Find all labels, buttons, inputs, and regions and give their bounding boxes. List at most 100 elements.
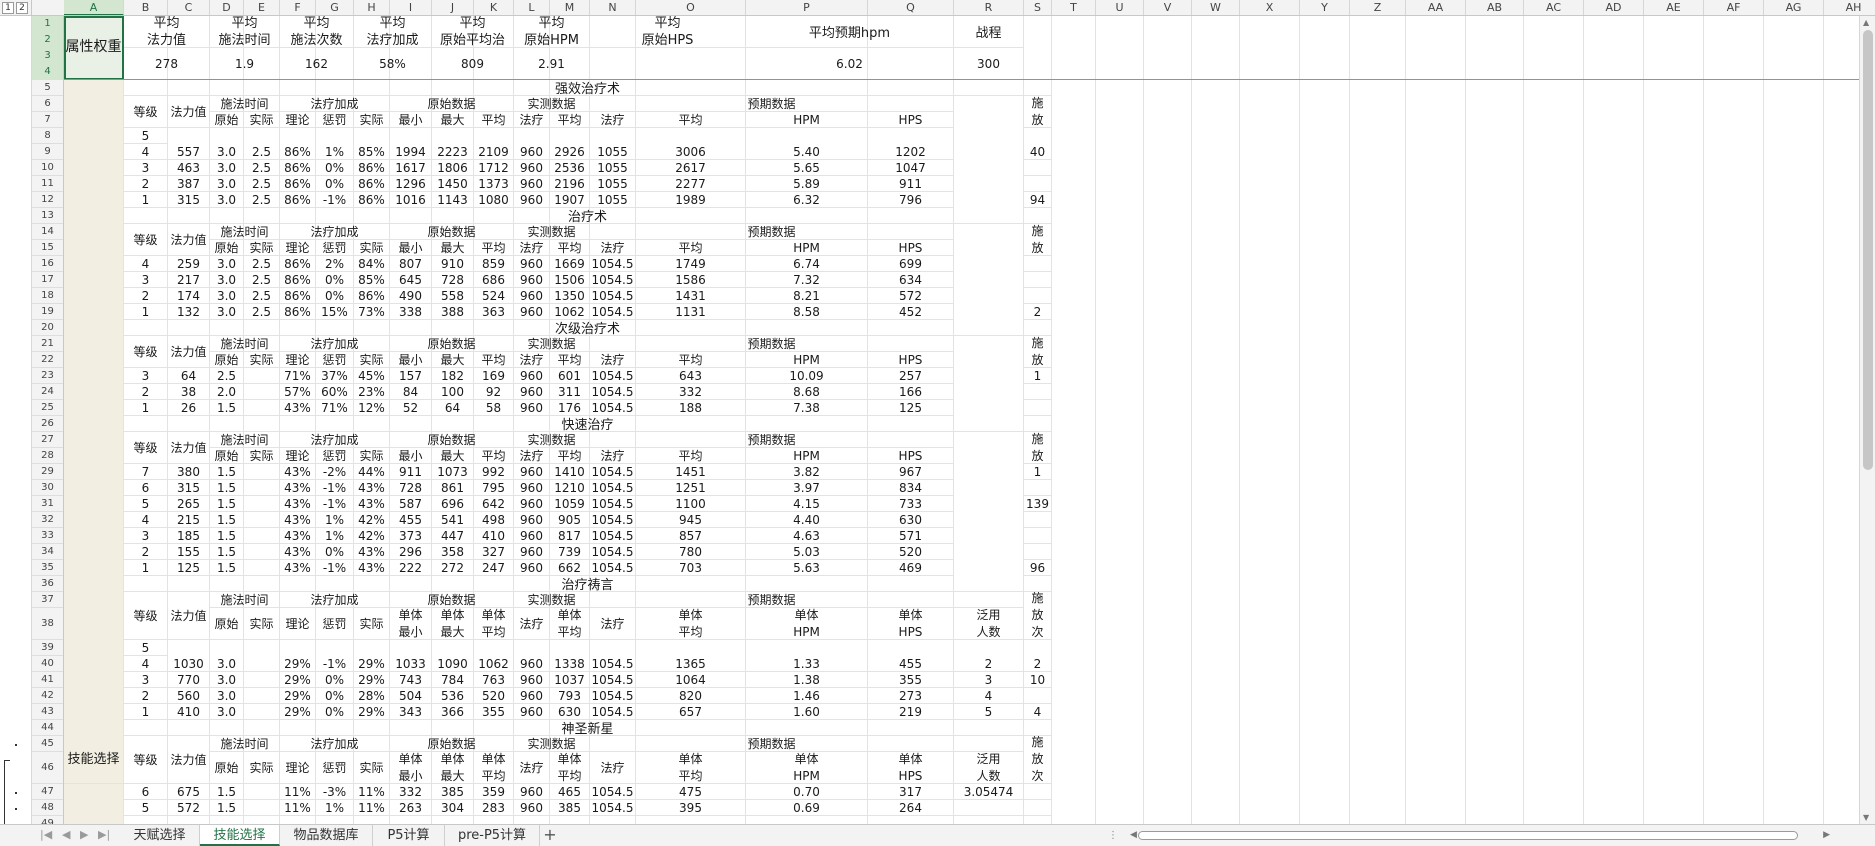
data-cell[interactable]: 770 xyxy=(168,672,210,688)
data-cell[interactable]: 2 xyxy=(124,384,168,400)
data-cell[interactable]: 3 xyxy=(954,672,1024,688)
data-cell[interactable]: 11% xyxy=(280,784,316,800)
data-cell[interactable]: 359 xyxy=(474,784,514,800)
data-cell[interactable]: 1054.5 xyxy=(590,560,636,576)
data-cell[interactable]: 8.68 xyxy=(746,384,868,400)
data-cell[interactable]: 1054.5 xyxy=(590,496,636,512)
avg-value[interactable]: 1.9 xyxy=(210,48,280,80)
row-header[interactable]: 34 xyxy=(32,544,63,560)
data-cell[interactable]: -2% xyxy=(316,464,354,480)
col-subheader[interactable]: HPM xyxy=(746,112,868,128)
col-subheader[interactable]: 法疗 xyxy=(590,608,636,640)
data-cell[interactable]: 317 xyxy=(868,784,954,800)
data-cell[interactable]: 43% xyxy=(280,560,316,576)
data-cell[interactable]: 388 xyxy=(432,304,474,320)
col-subheader[interactable]: 理论 xyxy=(280,352,316,368)
col-header-mana[interactable]: 法力值 xyxy=(168,336,210,368)
data-cell[interactable]: 311 xyxy=(550,384,590,400)
data-cell[interactable]: 2 xyxy=(124,288,168,304)
data-cell[interactable]: 1907 xyxy=(550,192,590,208)
data-cell[interactable]: 960 xyxy=(514,272,550,288)
data-cell[interactable]: 0% xyxy=(316,688,354,704)
avg-header[interactable]: 平均 施法次数 xyxy=(280,16,354,48)
col-subheader[interactable]: 法疗 xyxy=(590,112,636,128)
data-cell[interactable]: 3.0 xyxy=(210,272,244,288)
col-subheader[interactable]: 理论 xyxy=(280,448,316,464)
data-cell[interactable]: 1059 xyxy=(550,496,590,512)
data-cell[interactable]: 44% xyxy=(354,464,390,480)
data-cell[interactable]: 259 xyxy=(168,256,210,272)
column-header[interactable]: F xyxy=(280,0,316,15)
data-cell[interactable]: 696 xyxy=(432,496,474,512)
col-header-bonus[interactable]: 法疗加成 xyxy=(280,736,390,752)
data-cell[interactable]: 3.0 xyxy=(210,672,244,688)
col-subheader[interactable]: 实际 xyxy=(354,608,390,640)
data-cell[interactable]: 0.70 xyxy=(746,784,868,800)
data-cell[interactable]: 2.5 xyxy=(244,160,280,176)
col-subheader[interactable]: 原始 xyxy=(210,112,244,128)
data-cell[interactable]: 1030 xyxy=(168,656,210,672)
data-cell[interactable]: 10 xyxy=(1024,672,1052,688)
data-cell[interactable]: 26 xyxy=(168,400,210,416)
row-header[interactable]: 2 xyxy=(32,32,63,48)
data-cell[interactable] xyxy=(1024,160,1052,176)
data-cell[interactable]: 3.0 xyxy=(210,304,244,320)
data-cell[interactable]: 380 xyxy=(168,464,210,480)
col-subheader[interactable]: 实际 xyxy=(244,608,280,640)
data-cell[interactable] xyxy=(1024,272,1052,288)
avg-value[interactable]: 2.91 xyxy=(514,48,590,80)
data-cell[interactable]: 587 xyxy=(390,496,432,512)
data-cell[interactable]: 86% xyxy=(280,304,316,320)
data-cell[interactable]: 29% xyxy=(280,672,316,688)
data-cell[interactable]: 29% xyxy=(354,656,390,672)
data-cell[interactable]: 1054.5 xyxy=(590,528,636,544)
data-cell[interactable]: 1296 xyxy=(390,176,432,192)
data-cell[interactable]: 1 xyxy=(124,192,168,208)
data-cell[interactable]: 630 xyxy=(868,512,954,528)
row-header[interactable]: 49 xyxy=(32,816,63,824)
data-cell[interactable]: 43% xyxy=(354,496,390,512)
data-cell[interactable]: 1994 xyxy=(390,144,432,160)
data-cell[interactable]: 1054.5 xyxy=(590,800,636,816)
data-cell[interactable]: 263 xyxy=(390,800,432,816)
row-header[interactable]: 45 xyxy=(32,736,63,752)
column-header[interactable]: X xyxy=(1240,0,1300,15)
data-cell[interactable]: 1054.5 xyxy=(590,784,636,800)
col-header-predicted[interactable]: 预期数据 xyxy=(590,224,954,240)
data-cell[interactable]: 560 xyxy=(168,688,210,704)
data-cell[interactable]: 71% xyxy=(280,368,316,384)
data-cell[interactable]: 327 xyxy=(474,544,514,560)
column-header[interactable]: A xyxy=(64,0,124,15)
avg-value[interactable]: 6.02 xyxy=(746,48,954,80)
data-cell[interactable]: 174 xyxy=(168,288,210,304)
data-cell[interactable]: 343 xyxy=(390,704,432,720)
data-cell[interactable] xyxy=(1024,688,1052,704)
col-header-use[interactable]: 施放次 xyxy=(1024,736,1052,784)
horizontal-scrollbar[interactable]: ◀ ▶ xyxy=(1130,829,1830,842)
data-cell[interactable]: 84 xyxy=(390,384,432,400)
col-header-cast[interactable]: 施法时间 xyxy=(210,224,280,240)
data-cell[interactable] xyxy=(244,464,280,480)
col-subheader[interactable]: HPM xyxy=(746,448,868,464)
col-header-predicted[interactable]: 预期数据 xyxy=(590,736,954,752)
row-header[interactable]: 40 xyxy=(32,656,63,672)
data-cell[interactable]: 1054.5 xyxy=(590,304,636,320)
data-cell[interactable]: 3.0 xyxy=(210,288,244,304)
col-header-level[interactable]: 等级 xyxy=(124,736,168,784)
column-header[interactable]: AB xyxy=(1466,0,1524,15)
data-cell[interactable]: 43% xyxy=(280,464,316,480)
data-cell[interactable]: 657 xyxy=(636,704,746,720)
col-subheader[interactable]: 单体 最小 xyxy=(390,608,432,640)
column-header[interactable]: H xyxy=(354,0,390,15)
data-cell[interactable]: 385 xyxy=(432,784,474,800)
col-subheader[interactable]: 单体 最大 xyxy=(432,608,474,640)
col-header-bonus[interactable]: 法疗加成 xyxy=(280,224,390,240)
data-cell[interactable]: 859 xyxy=(474,256,514,272)
data-cell[interactable] xyxy=(244,400,280,416)
data-cell[interactable]: 960 xyxy=(514,480,550,496)
data-cell[interactable]: 1 xyxy=(1024,464,1052,480)
data-cell[interactable]: 45% xyxy=(354,368,390,384)
data-cell[interactable]: 960 xyxy=(514,464,550,480)
data-cell[interactable]: 2 xyxy=(1024,304,1052,320)
data-cell[interactable]: 5.40 xyxy=(746,144,868,160)
